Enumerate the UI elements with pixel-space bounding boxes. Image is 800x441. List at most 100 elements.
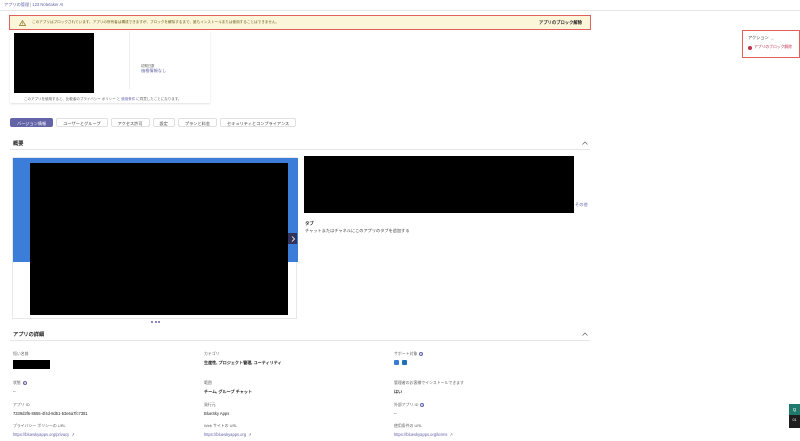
version-value: -- (13, 389, 16, 394)
admin-install-value: はい (394, 389, 403, 394)
categories-value: 生産性, プロジェクト管理, ユーティリティ (204, 360, 282, 365)
privacy-url-label: プライバシー ポリシーの URL (13, 423, 66, 428)
unblock-app-button[interactable]: アプリのブロック解除 (539, 20, 582, 26)
overview-divider (10, 149, 590, 150)
unblock-app-menu-item[interactable]: アプリのブロック解除 (748, 45, 794, 50)
publisher-field: 発行元 BlueSky Apps (204, 402, 229, 416)
carousel-dot[interactable] (158, 321, 160, 323)
feature-title: タブ (305, 221, 314, 226)
admin-install-field: 管理者のお客様でインストールできます はい (394, 380, 464, 395)
website-url-value: https://blueskyapps.org (204, 432, 247, 437)
app-details-title: アプリの詳細 (13, 332, 45, 338)
app-details-divider (10, 340, 590, 341)
publisher-value: BlueSky Apps (204, 411, 230, 416)
external-id-field: 外部アプリ ID i -- (394, 402, 425, 416)
external-link-icon: ↗ (449, 432, 453, 437)
screenshot-redacted (30, 163, 288, 315)
terms-url-field: 使用条件の URL https://blueskyapps.org/terms ↗ (394, 423, 453, 437)
version-label: 状態 (13, 380, 21, 385)
carousel-dot[interactable] (154, 321, 157, 323)
external-id-label-row: 外部アプリ ID i (394, 402, 425, 408)
teams-platform-icon (394, 360, 399, 365)
supported-label: サポート対象 (394, 351, 418, 356)
floating-help-widget[interactable]: Q 01 (789, 404, 800, 428)
scope-field: 範囲 チーム, グループ チャット (204, 380, 252, 395)
breadcrumb-current: 123 Notetaker AI (32, 2, 64, 7)
actions-panel: アクション ⌵ アプリのブロック解除 (742, 30, 800, 58)
tab-users-groups[interactable]: ユーザーとグループ (56, 118, 108, 127)
supported-label-row: サポート対象 i (394, 351, 424, 357)
external-id-label: 外部アプリ ID (394, 402, 419, 407)
publisher-label: 発行元 (204, 402, 216, 407)
actions-label: アクション (748, 35, 769, 40)
privacy-url-field: プライバシー ポリシーの URL https://blueskyapps.org… (13, 423, 75, 437)
privacy-url-link[interactable]: https://blueskyapps.org/privacy ↗ (13, 432, 75, 437)
app-info-card: 初期日数 価格情報なし このアプリを使用すると、比較者のプライバシー ポリシー … (10, 31, 210, 103)
external-id-value: -- (394, 411, 397, 416)
carousel-dots[interactable] (151, 321, 160, 323)
banner-message: このアプリはブロックされています。アプリの所有者は構成できますが、ブロックを解除… (32, 20, 280, 24)
app-id-field: アプリ ID 7339d3f6-8656-4f4d-8d51-53e6a7fc7… (13, 402, 88, 416)
carousel-next-button[interactable] (288, 233, 297, 244)
more-link[interactable]: その他 (575, 202, 588, 208)
info-icon[interactable]: i (22, 381, 27, 385)
admin-install-label: 管理者のお客様でインストールできます (394, 380, 464, 385)
app-id-label: アプリ ID (13, 402, 30, 407)
app-logo-redacted (14, 33, 94, 93)
header-divider (0, 10, 800, 11)
terms-url-value: https://blueskyapps.org/terms (394, 432, 448, 437)
terms-url-link[interactable]: https://blueskyapps.org/terms ↗ (394, 432, 453, 437)
pricing-value[interactable]: 価格情報なし (141, 68, 166, 74)
feature-description: チャットまたはチャネルにこのアプリのタブを追加する (305, 228, 410, 233)
chevron-down-icon: ⌵ (770, 35, 774, 41)
tab-settings[interactable]: 設定 (152, 118, 175, 127)
scope-value: チーム, グループ チャット (204, 389, 253, 394)
version-field: 状態 i -- (13, 380, 27, 394)
tab-permissions[interactable]: アクセス許可 (110, 118, 150, 127)
external-link-icon: ↗ (248, 432, 252, 437)
blocked-banner: このアプリはブロックされています。アプリの所有者は構成できますが、ブロックを解除… (9, 15, 591, 30)
tab-security-compliance[interactable]: セキュリティとコンプライアンス (220, 118, 297, 127)
app-id-value: 7339d3f6-8656-4f4d-8d51-53e6a7fc7381 (13, 411, 88, 416)
privacy-url-value: https://blueskyapps.org/privacy (13, 432, 70, 437)
carousel-dot[interactable] (151, 321, 153, 323)
supported-field: サポート対象 i (394, 351, 424, 365)
chevron-up-icon[interactable] (581, 331, 589, 337)
short-name-field: 短い名前 (13, 351, 50, 369)
actions-dropdown[interactable]: アクション ⌵ (748, 35, 794, 41)
card-divider (129, 31, 130, 89)
description-redacted (304, 156, 574, 213)
categories-field: カテゴリ 生産性, プロジェクト管理, ユーティリティ (204, 351, 282, 366)
info-icon[interactable]: i (420, 403, 425, 407)
terms-url-label: 使用条件の URL (394, 423, 423, 428)
short-name-redacted (13, 360, 50, 369)
chevron-up-icon[interactable] (581, 140, 589, 146)
terms-suffix: に同意したことになります。 (135, 97, 182, 101)
help-widget-icon: Q (789, 404, 800, 415)
website-url-link[interactable]: https://blueskyapps.org ↗ (204, 432, 251, 437)
info-icon[interactable]: i (419, 352, 424, 356)
supported-platforms (394, 360, 423, 365)
tab-plans-pricing[interactable]: プランと料金 (177, 118, 218, 127)
terms-of-use-link[interactable]: 使用条件 (121, 97, 135, 101)
outlook-platform-icon (402, 360, 407, 365)
block-status-icon (748, 45, 752, 50)
overview-title: 概要 (13, 141, 24, 147)
website-url-label: Web サイトの URL (204, 423, 238, 428)
short-name-label: 短い名前 (13, 351, 29, 356)
tab-bar: バージョン情報 ユーザーとグループ アクセス許可 設定 プランと料金 セキュリテ… (10, 118, 297, 127)
screenshot-carousel (12, 157, 298, 319)
version-label-row: 状態 i (13, 380, 27, 386)
categories-label: カテゴリ (204, 351, 220, 356)
help-widget-label: 01 (792, 418, 797, 422)
unblock-app-label: アプリのブロック解除 (754, 45, 792, 49)
tab-about[interactable]: バージョン情報 (10, 118, 54, 127)
website-url-field: Web サイトの URL https://blueskyapps.org ↗ (204, 423, 251, 437)
breadcrumb: アプリの管理|123 Notetaker AI (4, 2, 63, 8)
external-link-icon: ↗ (71, 432, 75, 437)
terms-notice: このアプリを使用すると、比較者のプライバシー ポリシー と 使用条件 に同意した… (24, 97, 181, 102)
breadcrumb-parent[interactable]: アプリの管理 (4, 2, 29, 7)
scope-label: 範囲 (204, 380, 212, 385)
terms-prefix: このアプリを使用すると、比較者のプライバシー ポリシー (24, 97, 116, 101)
warning-icon (18, 19, 26, 26)
